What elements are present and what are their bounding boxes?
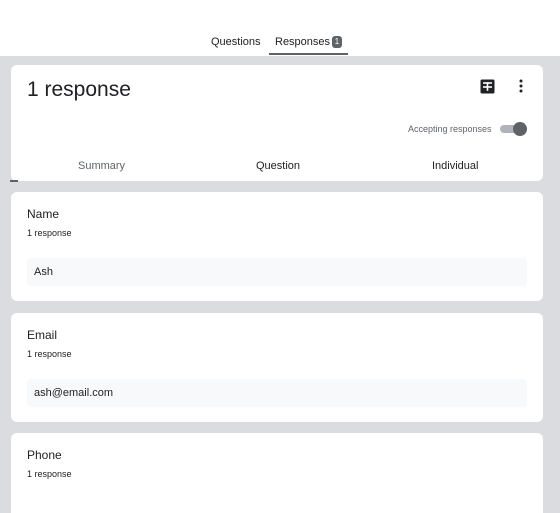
google-sheets-icon[interactable] xyxy=(480,79,495,94)
tab-questions[interactable]: Questions xyxy=(211,36,261,48)
active-subtab-indicator xyxy=(10,180,18,182)
question-response-count: 1 response xyxy=(27,469,72,479)
answer-item: Ash xyxy=(27,258,527,286)
subtab-summary[interactable]: Summary xyxy=(78,160,125,172)
toggle-thumb xyxy=(513,122,527,136)
more-vert-icon[interactable] xyxy=(514,78,528,94)
question-title: Email xyxy=(27,328,58,342)
answer-text: ash@email.com xyxy=(34,387,114,399)
form-tabs: Questions Responses 1 xyxy=(0,36,560,56)
tab-responses[interactable]: Responses xyxy=(275,36,330,48)
answer-item: ash@email.com xyxy=(27,379,527,407)
answer-text: Ash xyxy=(34,266,53,278)
question-card-phone: Phone 1 response xyxy=(11,433,543,513)
question-card-email: Email 1 response ash@email.com xyxy=(11,313,543,422)
subtab-question[interactable]: Question xyxy=(256,160,300,172)
responses-summary-card: 1 response Accepting responses Summary Q… xyxy=(10,65,543,182)
accepting-responses-toggle[interactable] xyxy=(500,122,528,136)
question-card-name: Name 1 response Ash xyxy=(11,192,543,301)
active-tab-indicator xyxy=(269,53,348,55)
responses-count-badge: 1 xyxy=(332,36,342,48)
question-response-count: 1 response xyxy=(27,228,72,238)
response-count-title: 1 response xyxy=(27,78,131,101)
top-bar: Questions Responses 1 xyxy=(0,0,560,56)
accepting-responses-label: Accepting responses xyxy=(408,124,492,134)
question-response-count: 1 response xyxy=(27,349,72,359)
subtab-individual[interactable]: Individual xyxy=(432,160,478,172)
question-title: Phone xyxy=(27,448,62,462)
question-title: Name xyxy=(27,207,60,221)
